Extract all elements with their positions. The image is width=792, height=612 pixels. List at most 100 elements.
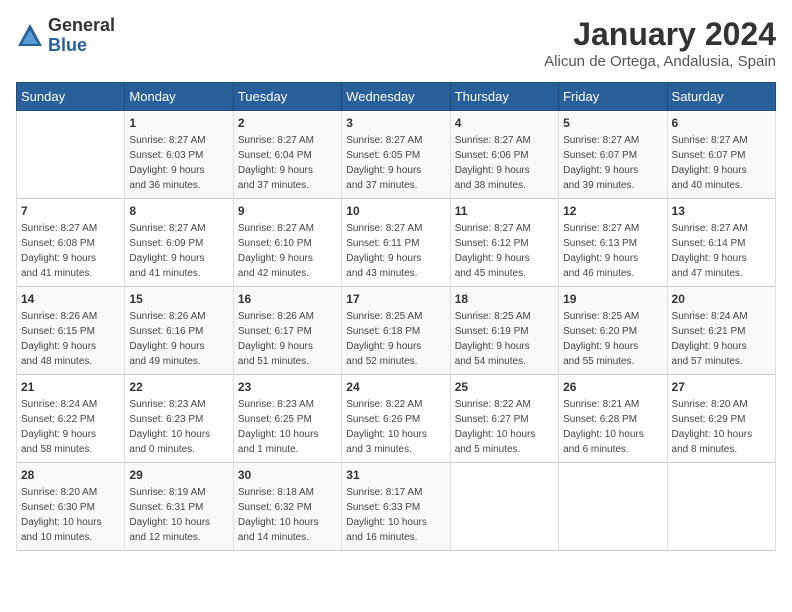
day-info: Sunrise: 8:26 AMSunset: 6:16 PMDaylight:… bbox=[129, 309, 228, 369]
day-number: 2 bbox=[238, 116, 337, 130]
calendar-header: Sunday Monday Tuesday Wednesday Thursday… bbox=[17, 83, 776, 111]
day-number: 25 bbox=[455, 380, 554, 394]
day-number: 23 bbox=[238, 380, 337, 394]
header-monday: Monday bbox=[125, 83, 233, 111]
day-info: Sunrise: 8:27 AMSunset: 6:07 PMDaylight:… bbox=[563, 133, 662, 193]
day-info: Sunrise: 8:24 AMSunset: 6:21 PMDaylight:… bbox=[672, 309, 771, 369]
calendar-cell bbox=[667, 463, 775, 551]
calendar-cell: 1Sunrise: 8:27 AMSunset: 6:03 PMDaylight… bbox=[125, 111, 233, 199]
header-friday: Friday bbox=[559, 83, 667, 111]
day-info: Sunrise: 8:26 AMSunset: 6:15 PMDaylight:… bbox=[21, 309, 120, 369]
day-number: 12 bbox=[563, 204, 662, 218]
calendar-cell: 2 Sunrise: 8:27 AMSunset: 6:04 PMDaylight… bbox=[233, 111, 341, 199]
day-number: 16 bbox=[238, 292, 337, 306]
day-info: Sunrise: 8:26 AMSunset: 6:17 PMDaylight:… bbox=[238, 309, 337, 369]
calendar-cell bbox=[17, 111, 125, 199]
day-info: Sunrise: 8:20 AMSunset: 6:30 PMDaylight:… bbox=[21, 485, 120, 545]
calendar-cell: 4 Sunrise: 8:27 AMSunset: 6:06 PMDaylight… bbox=[450, 111, 558, 199]
day-info: Sunrise: 8:25 AMSunset: 6:19 PMDaylight:… bbox=[455, 309, 554, 369]
calendar-cell: 16 Sunrise: 8:26 AMSunset: 6:17 PMDayligh… bbox=[233, 287, 341, 375]
calendar-cell: 12 Sunrise: 8:27 AMSunset: 6:13 PMDayligh… bbox=[559, 199, 667, 287]
day-info: Sunrise: 8:27 AMSunset: 6:08 PMDaylight:… bbox=[21, 221, 120, 281]
day-number: 30 bbox=[238, 468, 337, 482]
day-number: 15 bbox=[129, 292, 228, 306]
calendar-cell bbox=[450, 463, 558, 551]
day-info: Sunrise: 8:18 AMSunset: 6:32 PMDaylight:… bbox=[238, 485, 337, 545]
logo: General Blue bbox=[16, 16, 115, 56]
calendar-cell: 8 Sunrise: 8:27 AMSunset: 6:09 PMDaylight… bbox=[125, 199, 233, 287]
day-info: Sunrise: 8:27 AMSunset: 6:04 PMDaylight:… bbox=[238, 133, 337, 193]
day-info: Sunrise: 8:22 AMSunset: 6:26 PMDaylight:… bbox=[346, 397, 445, 457]
day-number: 6 bbox=[672, 116, 771, 130]
day-number: 21 bbox=[21, 380, 120, 394]
day-info: Sunrise: 8:24 AMSunset: 6:22 PMDaylight:… bbox=[21, 397, 120, 457]
day-info: Sunrise: 8:27 AMSunset: 6:06 PMDaylight:… bbox=[455, 133, 554, 193]
calendar-cell: 13Sunrise: 8:27 AMSunset: 6:14 PMDayligh… bbox=[667, 199, 775, 287]
calendar-cell: 15 Sunrise: 8:26 AMSunset: 6:16 PMDayligh… bbox=[125, 287, 233, 375]
day-number: 26 bbox=[563, 380, 662, 394]
calendar-cell: 21 Sunrise: 8:24 AMSunset: 6:22 PMDayligh… bbox=[17, 375, 125, 463]
day-number: 10 bbox=[346, 204, 445, 218]
calendar-cell: 11Sunrise: 8:27 AMSunset: 6:12 PMDayligh… bbox=[450, 199, 558, 287]
day-number: 8 bbox=[129, 204, 228, 218]
calendar-cell: 30 Sunrise: 8:18 AMSunset: 6:32 PMDayligh… bbox=[233, 463, 341, 551]
calendar-cell: 6 Sunrise: 8:27 AMSunset: 6:07 PMDaylight… bbox=[667, 111, 775, 199]
day-number: 22 bbox=[129, 380, 228, 394]
calendar-cell: 17Sunrise: 8:25 AMSunset: 6:18 PMDayligh… bbox=[342, 287, 450, 375]
calendar-table: Sunday Monday Tuesday Wednesday Thursday… bbox=[16, 82, 776, 551]
day-info: Sunrise: 8:27 AMSunset: 6:03 PMDaylight:… bbox=[129, 133, 228, 193]
header-sunday: Sunday bbox=[17, 83, 125, 111]
day-number: 27 bbox=[672, 380, 771, 394]
calendar-cell: 14Sunrise: 8:26 AMSunset: 6:15 PMDayligh… bbox=[17, 287, 125, 375]
logo-general: General bbox=[48, 16, 115, 36]
calendar-cell: 24 Sunrise: 8:22 AMSunset: 6:26 PMDayligh… bbox=[342, 375, 450, 463]
week-row-3: 14Sunrise: 8:26 AMSunset: 6:15 PMDayligh… bbox=[17, 287, 776, 375]
day-info: Sunrise: 8:23 AMSunset: 6:25 PMDaylight:… bbox=[238, 397, 337, 457]
calendar-cell: 7 Sunrise: 8:27 AMSunset: 6:08 PMDaylight… bbox=[17, 199, 125, 287]
day-info: Sunrise: 8:19 AMSunset: 6:31 PMDaylight:… bbox=[129, 485, 228, 545]
day-info: Sunrise: 8:20 AMSunset: 6:29 PMDaylight:… bbox=[672, 397, 771, 457]
calendar-cell: 19 Sunrise: 8:25 AMSunset: 6:20 PMDayligh… bbox=[559, 287, 667, 375]
day-number: 19 bbox=[563, 292, 662, 306]
day-info: Sunrise: 8:27 AMSunset: 6:07 PMDaylight:… bbox=[672, 133, 771, 193]
calendar-cell: 22 Sunrise: 8:23 AMSunset: 6:23 PMDayligh… bbox=[125, 375, 233, 463]
calendar-cell: 25Sunrise: 8:22 AMSunset: 6:27 PMDayligh… bbox=[450, 375, 558, 463]
logo-blue: Blue bbox=[48, 36, 115, 56]
day-info: Sunrise: 8:25 AMSunset: 6:18 PMDaylight:… bbox=[346, 309, 445, 369]
header-row: Sunday Monday Tuesday Wednesday Thursday… bbox=[17, 83, 776, 111]
day-info: Sunrise: 8:27 AMSunset: 6:09 PMDaylight:… bbox=[129, 221, 228, 281]
calendar-cell: 27 Sunrise: 8:20 AMSunset: 6:29 PMDayligh… bbox=[667, 375, 775, 463]
day-number: 29 bbox=[129, 468, 228, 482]
month-year-title: January 2024 bbox=[544, 16, 776, 53]
title-section: January 2024 Alicun de Ortega, Andalusia… bbox=[544, 16, 776, 70]
day-number: 28 bbox=[21, 468, 120, 482]
week-row-2: 7 Sunrise: 8:27 AMSunset: 6:08 PMDaylight… bbox=[17, 199, 776, 287]
calendar-body: 1Sunrise: 8:27 AMSunset: 6:03 PMDaylight… bbox=[17, 111, 776, 551]
day-info: Sunrise: 8:21 AMSunset: 6:28 PMDaylight:… bbox=[563, 397, 662, 457]
week-row-1: 1Sunrise: 8:27 AMSunset: 6:03 PMDaylight… bbox=[17, 111, 776, 199]
header-tuesday: Tuesday bbox=[233, 83, 341, 111]
day-number: 11 bbox=[455, 204, 554, 218]
day-number: 4 bbox=[455, 116, 554, 130]
day-number: 24 bbox=[346, 380, 445, 394]
day-number: 20 bbox=[672, 292, 771, 306]
calendar-cell: 3 Sunrise: 8:27 AMSunset: 6:05 PMDaylight… bbox=[342, 111, 450, 199]
calendar-cell: 29 Sunrise: 8:19 AMSunset: 6:31 PMDayligh… bbox=[125, 463, 233, 551]
header-wednesday: Wednesday bbox=[342, 83, 450, 111]
calendar-cell: 5 Sunrise: 8:27 AMSunset: 6:07 PMDaylight… bbox=[559, 111, 667, 199]
day-number: 3 bbox=[346, 116, 445, 130]
logo-text: General Blue bbox=[48, 16, 115, 56]
page-header: General Blue January 2024 Alicun de Orte… bbox=[16, 16, 776, 70]
day-number: 18 bbox=[455, 292, 554, 306]
calendar-cell: 18 Sunrise: 8:25 AMSunset: 6:19 PMDayligh… bbox=[450, 287, 558, 375]
day-info: Sunrise: 8:17 AMSunset: 6:33 PMDaylight:… bbox=[346, 485, 445, 545]
day-info: Sunrise: 8:27 AMSunset: 6:05 PMDaylight:… bbox=[346, 133, 445, 193]
header-saturday: Saturday bbox=[667, 83, 775, 111]
day-info: Sunrise: 8:25 AMSunset: 6:20 PMDaylight:… bbox=[563, 309, 662, 369]
day-info: Sunrise: 8:27 AMSunset: 6:13 PMDaylight:… bbox=[563, 221, 662, 281]
calendar-cell: 28 Sunrise: 8:20 AMSunset: 6:30 PMDayligh… bbox=[17, 463, 125, 551]
day-number: 5 bbox=[563, 116, 662, 130]
day-number: 13 bbox=[672, 204, 771, 218]
day-number: 7 bbox=[21, 204, 120, 218]
day-info: Sunrise: 8:23 AMSunset: 6:23 PMDaylight:… bbox=[129, 397, 228, 457]
